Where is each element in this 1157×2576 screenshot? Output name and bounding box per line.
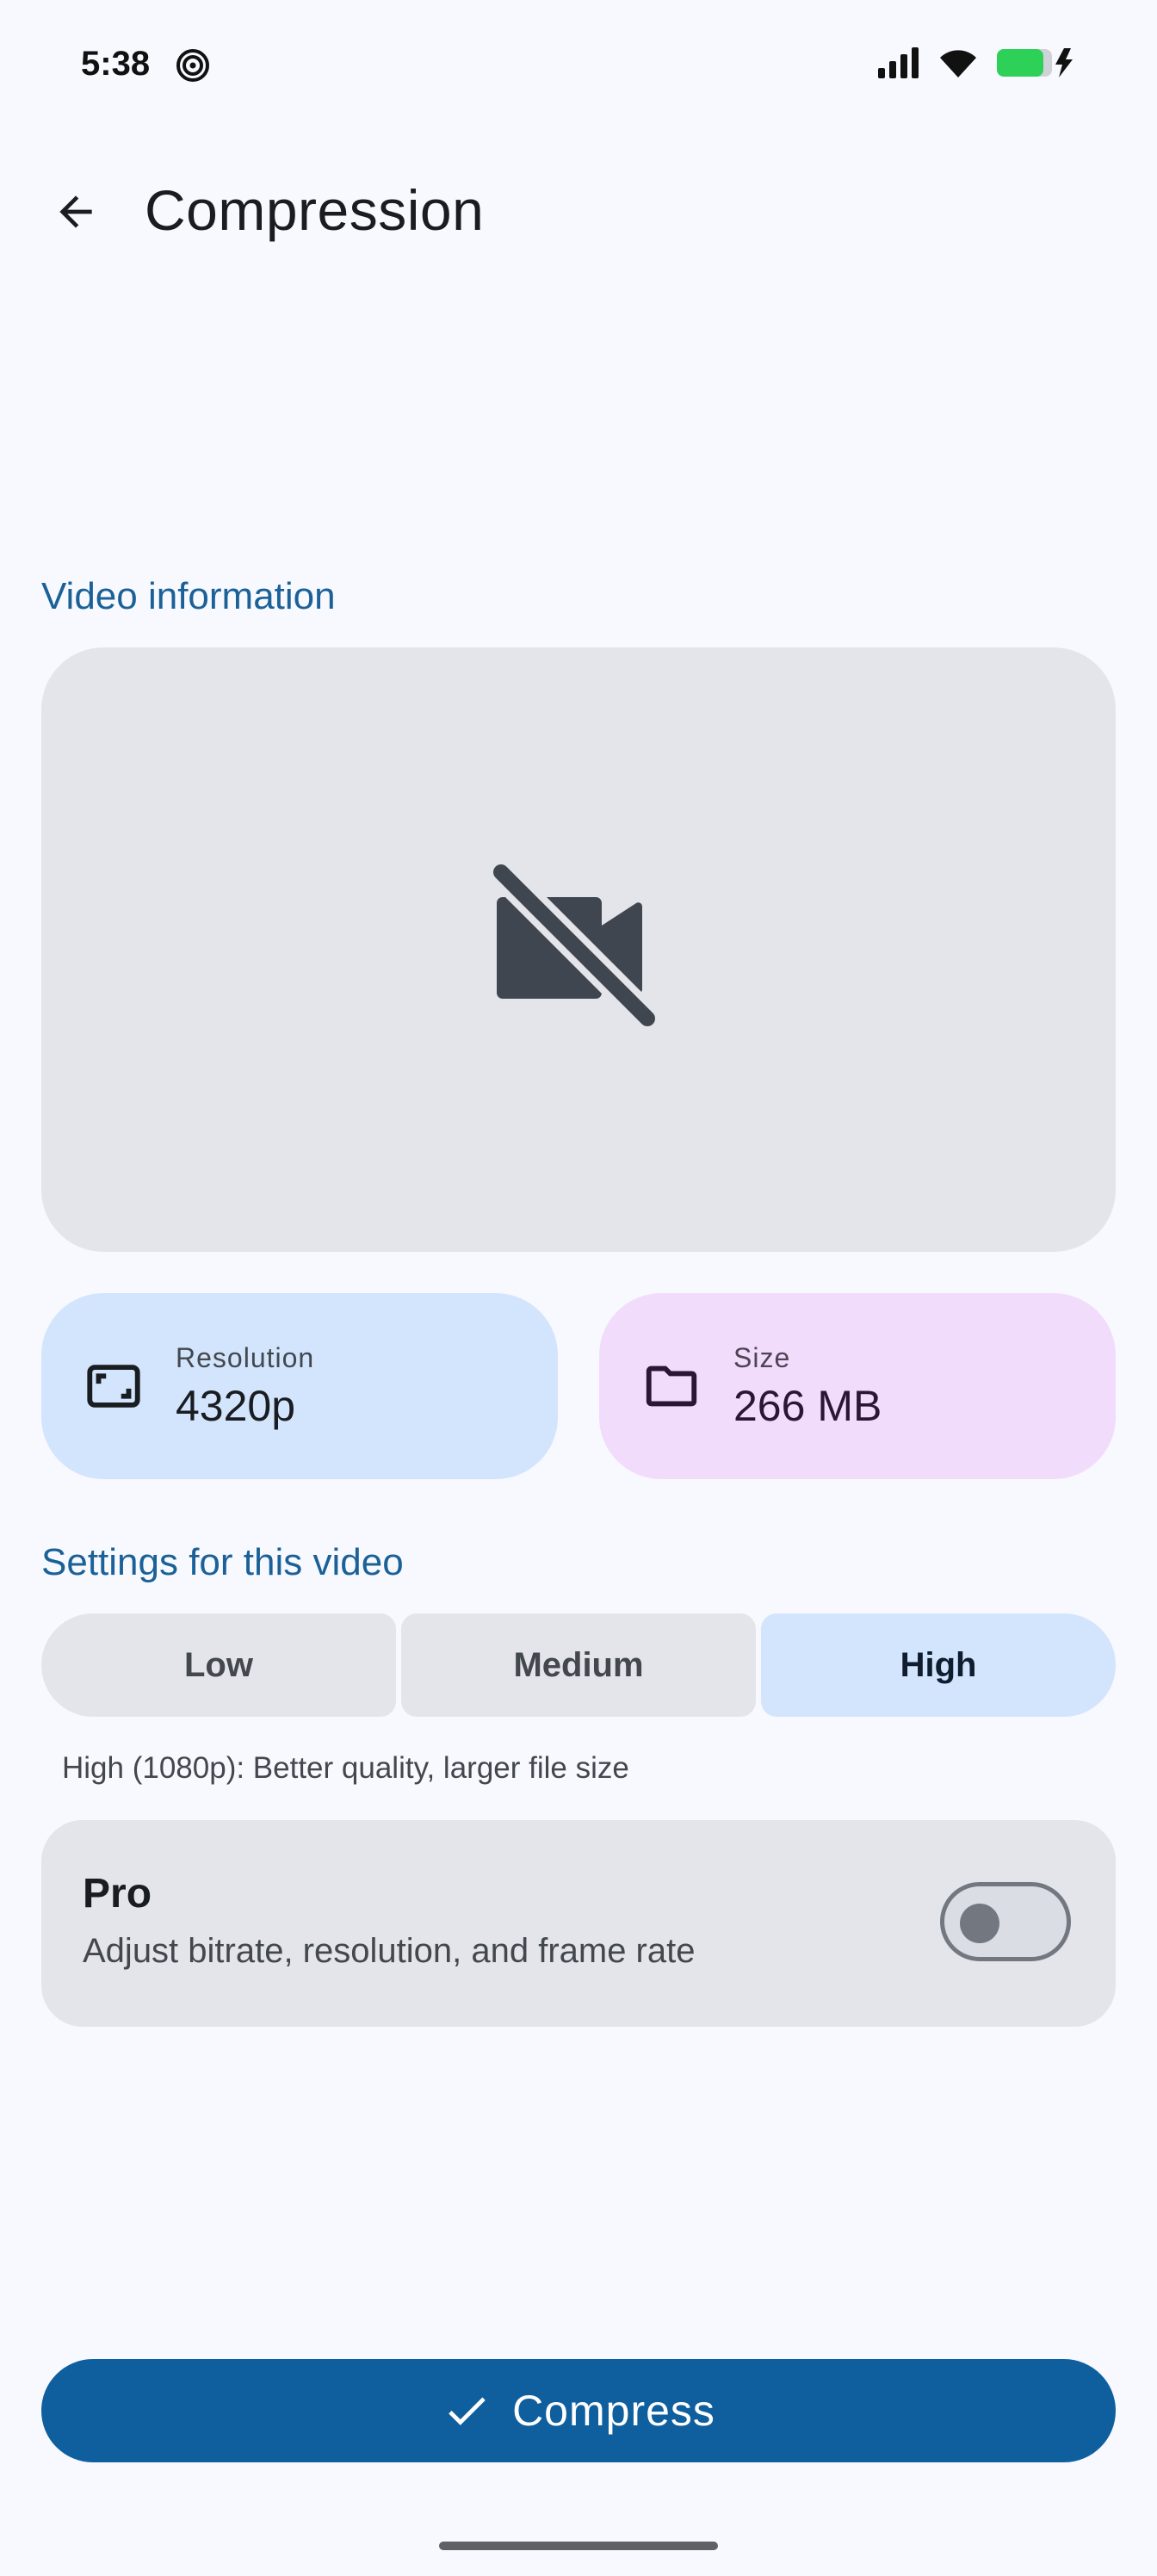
- folder-icon: [646, 1365, 697, 1407]
- quality-option-high[interactable]: High: [761, 1613, 1116, 1717]
- video-preview: [41, 647, 1116, 1252]
- size-value: 266 MB: [733, 1381, 882, 1430]
- status-time: 5:38: [81, 45, 151, 83]
- resolution-value: 4320p: [176, 1381, 296, 1430]
- quality-description: High (1080p): Better quality, larger fil…: [62, 1751, 629, 1785]
- aspect-ratio-icon: [87, 1365, 140, 1408]
- signal-icon: [878, 47, 919, 78]
- size-card: Size 266 MB: [599, 1293, 1116, 1479]
- back-button[interactable]: [45, 181, 107, 243]
- wifi-icon: [940, 50, 976, 77]
- video-information-heading: Video information: [41, 575, 336, 617]
- status-icons: [876, 46, 1078, 79]
- pro-settings-card[interactable]: Pro Adjust bitrate, resolution, and fram…: [41, 1820, 1116, 2027]
- check-icon: [449, 2397, 486, 2425]
- settings-heading: Settings for this video: [41, 1541, 404, 1583]
- quality-option-medium[interactable]: Medium: [401, 1613, 756, 1717]
- arrow-back-icon: [59, 195, 92, 228]
- battery-charging-icon: [997, 48, 1073, 77]
- quality-option-low[interactable]: Low: [41, 1613, 396, 1717]
- pro-toggle-switch[interactable]: [940, 1882, 1071, 1961]
- compress-button[interactable]: Compress: [41, 2359, 1116, 2462]
- home-indicator[interactable]: [439, 2542, 718, 2550]
- pro-subtitle: Adjust bitrate, resolution, and frame ra…: [83, 1932, 696, 1970]
- resolution-label: Resolution: [176, 1341, 315, 1373]
- compress-button-label: Compress: [512, 2387, 715, 2435]
- videocam-off-icon: [486, 858, 662, 1033]
- page-title: Compression: [145, 178, 485, 242]
- size-label: Size: [733, 1341, 791, 1373]
- toggle-knob: [960, 1904, 999, 1943]
- pro-title: Pro: [83, 1871, 152, 1917]
- resolution-card: Resolution 4320p: [41, 1293, 558, 1479]
- notification-spiral-icon: [176, 49, 209, 82]
